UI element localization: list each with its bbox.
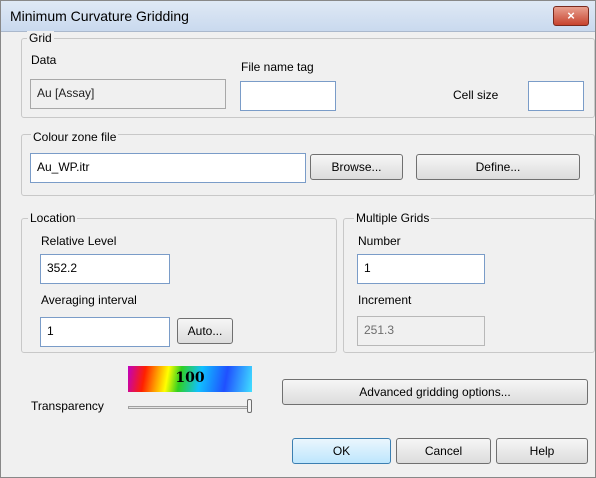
file-name-tag-input[interactable] (240, 81, 336, 111)
number-label: Number (358, 234, 401, 248)
location-group-label: Location (28, 211, 78, 225)
cancel-button[interactable]: Cancel (396, 438, 491, 464)
title-bar: Minimum Curvature Gridding × (1, 1, 595, 32)
transparency-value: 100 (175, 370, 205, 386)
multiple-grids-group-label: Multiple Grids (354, 211, 432, 225)
number-input[interactable]: 1 (357, 254, 485, 284)
relative-level-input[interactable]: 352.2 (40, 254, 170, 284)
relative-level-label: Relative Level (41, 234, 117, 248)
browse-button[interactable]: Browse... (310, 154, 403, 180)
colour-zone-file-input[interactable]: Au_WP.itr (30, 153, 306, 183)
close-icon: × (567, 8, 575, 23)
window-title: Minimum Curvature Gridding (10, 8, 189, 24)
data-field[interactable]: Au [Assay] (30, 79, 226, 109)
define-button[interactable]: Define... (416, 154, 580, 180)
transparency-slider-track[interactable] (128, 406, 252, 409)
colour-preview-swatch: 100 (128, 366, 252, 392)
transparency-slider-thumb[interactable] (247, 399, 252, 413)
auto-button[interactable]: Auto... (177, 318, 233, 344)
minimum-curvature-gridding-dialog: Minimum Curvature Gridding × Grid Data A… (0, 0, 596, 478)
ok-button[interactable]: OK (292, 438, 391, 464)
averaging-interval-input[interactable]: 1 (40, 317, 170, 347)
file-name-tag-label: File name tag (241, 60, 314, 74)
data-label: Data (31, 53, 57, 67)
cell-size-input[interactable] (528, 81, 584, 111)
help-button[interactable]: Help (496, 438, 588, 464)
grid-group-label: Grid (27, 31, 54, 45)
cell-size-label: Cell size (453, 88, 499, 102)
increment-label: Increment (358, 293, 412, 307)
advanced-gridding-options-button[interactable]: Advanced gridding options... (282, 379, 588, 405)
increment-input: 251.3 (357, 316, 485, 346)
transparency-label: Transparency (31, 399, 104, 413)
close-button[interactable]: × (553, 6, 589, 26)
colour-zone-label: Colour zone file (31, 130, 119, 144)
averaging-interval-label: Averaging interval (41, 293, 137, 307)
